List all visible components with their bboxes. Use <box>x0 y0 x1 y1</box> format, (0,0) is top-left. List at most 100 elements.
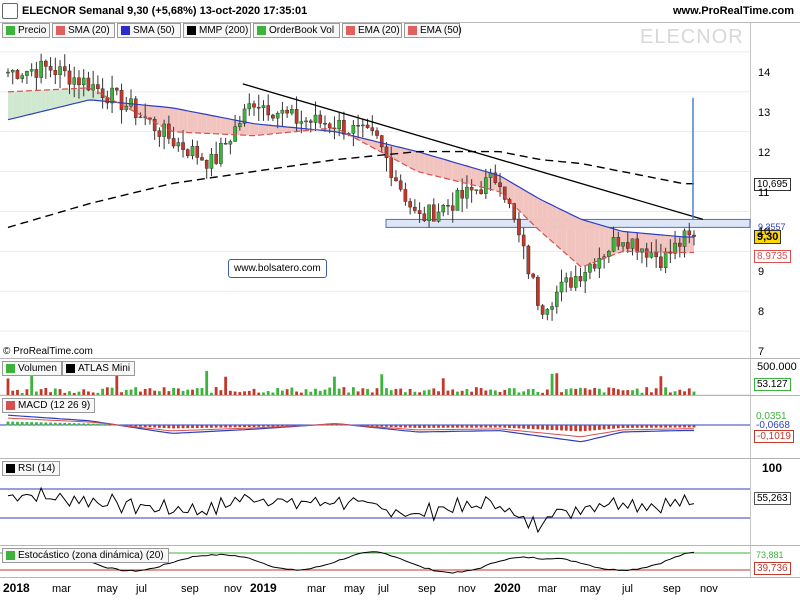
candle-body <box>34 69 39 78</box>
ma-fill <box>400 147 406 166</box>
ma-fill <box>533 195 538 229</box>
candle-body <box>129 98 133 107</box>
volume-label[interactable]: Volumen <box>2 361 62 376</box>
macd-histogram-bar <box>474 425 478 428</box>
candle-body <box>299 121 304 124</box>
macd-histogram-bar <box>105 424 109 426</box>
candle-body <box>365 124 370 128</box>
ma-fill <box>173 108 179 132</box>
price-tick: 8 <box>758 306 765 319</box>
candle-body <box>422 213 427 221</box>
macd-histogram-bar <box>30 422 34 426</box>
volume-bar <box>6 378 10 395</box>
candle-body <box>119 89 124 111</box>
candle-body <box>394 177 398 182</box>
macd-histogram-bar <box>58 422 62 426</box>
candle-body <box>323 122 327 125</box>
candle-body <box>15 69 20 79</box>
volume-bar <box>172 388 175 395</box>
chart-canvas[interactable] <box>0 22 800 577</box>
ma-fill <box>69 88 75 105</box>
ma-fill <box>471 167 477 186</box>
time-tick: jul <box>622 583 634 595</box>
volume-bar <box>432 388 436 395</box>
macd-histogram-bar <box>631 425 634 428</box>
rsi-label[interactable]: RSI (14) <box>2 461 61 476</box>
macd-histogram-bar <box>385 425 388 427</box>
volume-bar <box>579 387 582 395</box>
copyright: © ProRealTime.com <box>3 346 93 357</box>
macd-histogram-bar <box>39 422 43 426</box>
candle-body <box>436 211 441 222</box>
candle-body <box>484 177 488 194</box>
candle-body <box>427 204 431 221</box>
ma-fill <box>542 200 548 238</box>
volume-bar <box>105 387 109 395</box>
ma-fill <box>552 205 557 246</box>
macd-histogram-bar <box>271 425 275 427</box>
site-name[interactable]: www.ProRealTime.com <box>673 5 794 17</box>
macd-histogram-bar <box>16 421 19 426</box>
macd-histogram-bar <box>489 425 492 428</box>
candle-body <box>540 305 545 315</box>
time-tick: mar <box>52 583 71 595</box>
rsi-value: 55,263 <box>754 492 791 505</box>
macd-histogram-bar <box>247 425 251 428</box>
atlas-label-text: ATLAS Mini <box>78 363 131 374</box>
ma-fill <box>585 220 590 266</box>
time-tick: 2018 <box>3 581 30 595</box>
atlas-label[interactable]: ATLAS Mini <box>62 361 136 376</box>
candle-body <box>573 276 578 288</box>
macd-histogram-bar <box>479 425 483 428</box>
macd-histogram-bar <box>380 425 384 427</box>
time-tick: may <box>97 583 118 595</box>
candle-body <box>261 105 266 108</box>
volume-bar <box>30 373 34 395</box>
volume-bar <box>134 387 138 395</box>
menu-icon[interactable] <box>2 3 18 19</box>
macd-histogram-bar <box>205 425 209 428</box>
rsi-swatch <box>6 464 15 473</box>
candle-body <box>39 60 43 78</box>
stoch-label[interactable]: Estocástico (zona dinámica) (20) <box>2 548 169 563</box>
macd-histogram-bar <box>191 425 194 429</box>
macd-histogram-bar <box>167 425 171 429</box>
stoch-value-1: 73,881 <box>756 550 784 560</box>
volume-tick: 500.000 <box>757 361 797 373</box>
ma-fill <box>258 124 264 136</box>
candle-body <box>308 120 313 123</box>
volume-bar <box>583 388 587 395</box>
macd-histogram-bar <box>536 425 540 430</box>
ma-fill <box>476 168 482 188</box>
candle-body <box>195 146 200 158</box>
volume-bar <box>659 376 663 395</box>
time-tick: 2020 <box>494 581 521 595</box>
macd-histogram-bar <box>654 425 658 428</box>
macd-histogram-bar <box>493 425 497 428</box>
candle-body <box>77 77 81 86</box>
candle-body <box>550 306 554 310</box>
macd-histogram-bar <box>172 425 175 429</box>
candle-body <box>152 118 157 131</box>
candle-body <box>62 66 67 72</box>
macd-histogram-bar <box>333 424 336 426</box>
candle-body <box>611 237 616 252</box>
macd-label[interactable]: MACD (12 26 9) <box>2 398 96 413</box>
ma-fill <box>575 216 581 267</box>
macd-histogram-bar <box>224 425 228 428</box>
macd-histogram-bar <box>233 425 237 428</box>
candle-body <box>48 66 53 71</box>
separator-macd <box>0 395 800 396</box>
ma-fill <box>414 150 420 173</box>
macd-histogram-bar <box>650 425 653 428</box>
volume-bar <box>200 387 204 395</box>
candle-body <box>327 123 332 129</box>
volume-bar <box>612 388 615 395</box>
candle-body <box>621 242 625 247</box>
macd-histogram-bar <box>692 425 696 428</box>
candle-body <box>526 245 531 275</box>
macd-histogram-bar <box>394 425 398 428</box>
ma-fill <box>433 156 439 177</box>
candle-body <box>233 126 237 142</box>
macd-histogram-bar <box>503 425 507 428</box>
